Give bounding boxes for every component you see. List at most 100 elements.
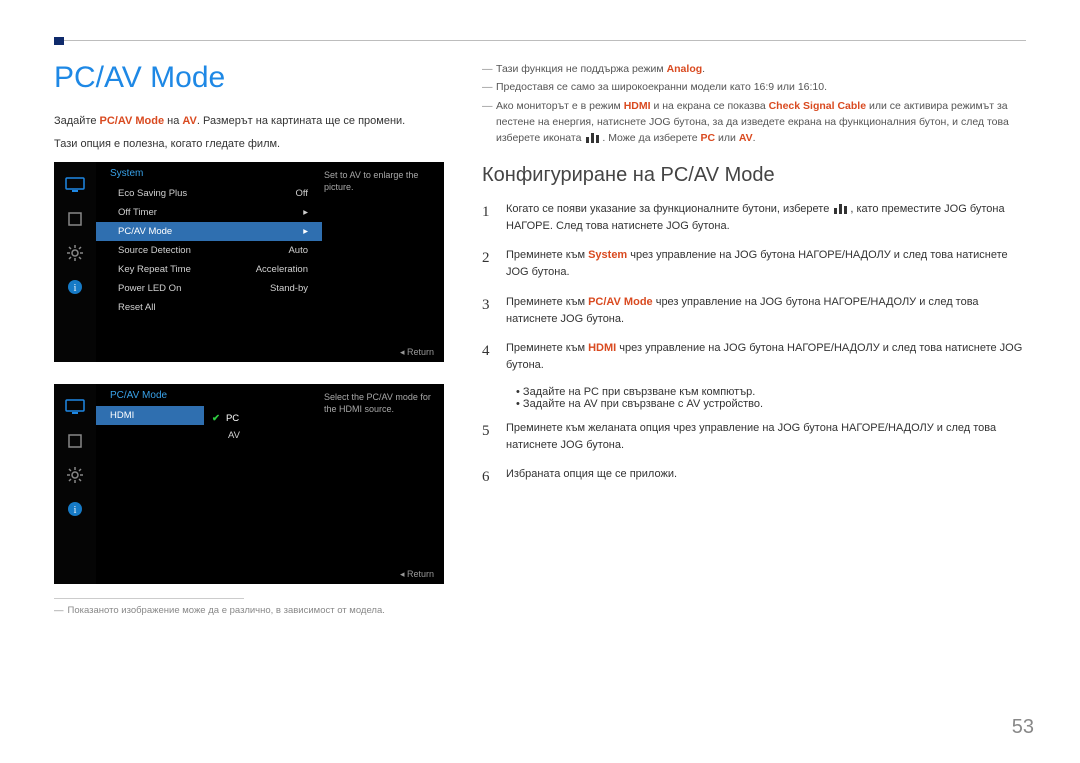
osd-row: Off Timer ▸ — [96, 203, 322, 222]
osd-return: Return — [400, 569, 434, 580]
osd-heading: PC/AV Mode — [96, 384, 204, 406]
step-body: Избраната опция ще се приложи. — [506, 466, 1026, 489]
monitor-icon — [61, 393, 89, 421]
osd-option-label: AV — [228, 430, 240, 441]
highlight-hdmi: HDMI — [588, 342, 616, 354]
gear-icon — [61, 461, 89, 489]
sub-bullets: Задайте на PC при свързване към компютър… — [516, 386, 1026, 410]
osd-label: Reset All — [118, 302, 156, 313]
text: . Може да изберете — [602, 132, 700, 144]
highlight-system: System — [588, 249, 627, 261]
intro-paragraph-1: Задайте PC/AV Mode на AV. Размерът на ка… — [54, 113, 454, 130]
picture-icon — [61, 205, 89, 233]
bullet-av: Задайте на AV при свързване с AV устройс… — [516, 398, 1026, 410]
highlight-av: AV — [182, 115, 196, 127]
osd-label: Source Detection — [118, 245, 191, 256]
highlight-checksignal: Check Signal Cable — [769, 100, 866, 112]
text: Когато се появи указание за функционални… — [506, 203, 832, 215]
highlight-analog: Analog — [667, 63, 703, 75]
intro-paragraph-2: Тази опция е полезна, когато гледате фил… — [54, 136, 454, 153]
two-columns: PC/AV Mode Задайте PC/AV Mode на AV. Раз… — [54, 61, 1026, 616]
osd-options: ✔PC AV — [204, 410, 304, 444]
step-6: 6 Избраната опция ще се приложи. — [482, 466, 1026, 489]
dash: ― — [482, 79, 496, 95]
footnote: ―Показаното изображение може да е различ… — [54, 605, 454, 616]
step-number: 6 — [482, 466, 506, 489]
footnote-rule — [54, 598, 244, 599]
osd-value: Acceleration — [256, 264, 308, 275]
page: PC/AV Mode Задайте PC/AV Mode на AV. Раз… — [0, 0, 1080, 763]
picture-icon — [61, 427, 89, 455]
osd-heading: System — [96, 162, 322, 184]
highlight-pcavmode: PC/AV Mode — [100, 115, 165, 127]
highlight-av: AV — [739, 132, 753, 144]
page-number: 53 — [1012, 716, 1034, 739]
osd-row: Key Repeat Time Acceleration — [96, 260, 322, 279]
step-number: 2 — [482, 247, 506, 281]
step-number: 1 — [482, 201, 506, 235]
step-number: 3 — [482, 294, 506, 328]
top-rule — [54, 40, 1026, 41]
highlight-pcavmode: PC/AV Mode — [588, 296, 653, 308]
dash: ― — [482, 61, 496, 77]
text: . — [753, 132, 756, 144]
osd-row-selected: PC/AV Mode▸ — [96, 222, 322, 241]
osd-label: Eco Saving Plus — [118, 188, 187, 199]
info-icon: i — [61, 273, 89, 301]
osd-label: HDMI — [110, 410, 134, 421]
osd-screenshot-pcavmode: i PC/AV Mode HDMI ✔PC AV Select the PC/A… — [54, 384, 444, 584]
gear-icon — [61, 239, 89, 267]
osd-return: Return — [400, 347, 434, 358]
note-body: Ако мониторът е в режим HDMI и на екрана… — [496, 98, 1026, 147]
note-body: Тази функция не поддържа режим Analog. — [496, 61, 1026, 77]
osd-option-av: AV — [204, 427, 304, 444]
osd-value: ▸ — [303, 207, 308, 218]
osd-value: Off — [296, 188, 309, 199]
osd-menu-list: PC/AV Mode HDMI — [96, 384, 204, 425]
text: Задайте — [54, 115, 100, 127]
step-3: 3 Преминете към PC/AV Mode чрез управлен… — [482, 294, 1026, 328]
osd-label: Power LED On — [118, 283, 181, 294]
osd-row-selected: HDMI — [96, 406, 204, 425]
menu-icon — [834, 204, 848, 214]
left-column: PC/AV Mode Задайте PC/AV Mode на AV. Раз… — [54, 61, 454, 616]
footnote-text: Показаното изображение може да е различн… — [68, 605, 385, 616]
bullet-pc: Задайте на PC при свързване към компютър… — [516, 386, 1026, 398]
text: Преминете към — [506, 249, 588, 261]
osd-hint-text: Set to AV to enlarge the picture. — [318, 166, 440, 197]
info-icon: i — [61, 495, 89, 523]
highlight-hdmi: HDMI — [624, 100, 651, 112]
note-2: ― Предоставя се само за широкоекранни мо… — [482, 79, 1026, 95]
text: . Размерът на картината ще се промени. — [197, 115, 405, 127]
osd-screenshot-system: i System Eco Saving Plus Off Off Timer ▸ P… — [54, 162, 444, 362]
step-number: 4 — [482, 340, 506, 374]
step-4: 4 Преминете към HDMI чрез управление на … — [482, 340, 1026, 374]
text: Преминете към — [506, 296, 588, 308]
section-heading: Конфигуриране на PC/AV Mode — [482, 164, 1026, 187]
osd-label: Key Repeat Time — [118, 264, 191, 275]
osd-row: Source DetectionAuto — [96, 241, 322, 260]
osd-label: Off Timer — [118, 207, 157, 218]
osd-label: PC/AV Mode — [118, 226, 172, 237]
osd-menu-list: System Eco Saving Plus Off Off Timer ▸ PC/… — [96, 162, 322, 317]
osd-sidebar: i — [54, 384, 96, 584]
svg-text:i: i — [74, 505, 77, 516]
text: на — [164, 115, 182, 127]
right-column: ― Тази функция не поддържа режим Analog.… — [482, 61, 1026, 616]
step-2: 2 Преминете към System чрез управление н… — [482, 247, 1026, 281]
step-5: 5 Преминете към желаната опция чрез упра… — [482, 420, 1026, 454]
osd-option-pc: ✔PC — [204, 410, 304, 427]
text: . — [702, 63, 705, 75]
svg-text:i: i — [74, 283, 77, 294]
osd-hint-text: Select the PC/AV mode for the HDMI sourc… — [318, 388, 440, 419]
dash: ― — [482, 98, 496, 147]
osd-row: Power LED OnStand-by — [96, 279, 322, 298]
menu-icon — [586, 133, 600, 143]
step-body: Преминете към System чрез управление на … — [506, 247, 1026, 281]
note-1: ― Тази функция не поддържа режим Analog. — [482, 61, 1026, 77]
step-body: Преминете към HDMI чрез управление на JO… — [506, 340, 1026, 374]
text: или — [715, 132, 739, 144]
notes-block: ― Тази функция не поддържа режим Analog.… — [482, 61, 1026, 146]
text: и на екрана се показва — [651, 100, 769, 112]
step-body: Преминете към PC/AV Mode чрез управление… — [506, 294, 1026, 328]
